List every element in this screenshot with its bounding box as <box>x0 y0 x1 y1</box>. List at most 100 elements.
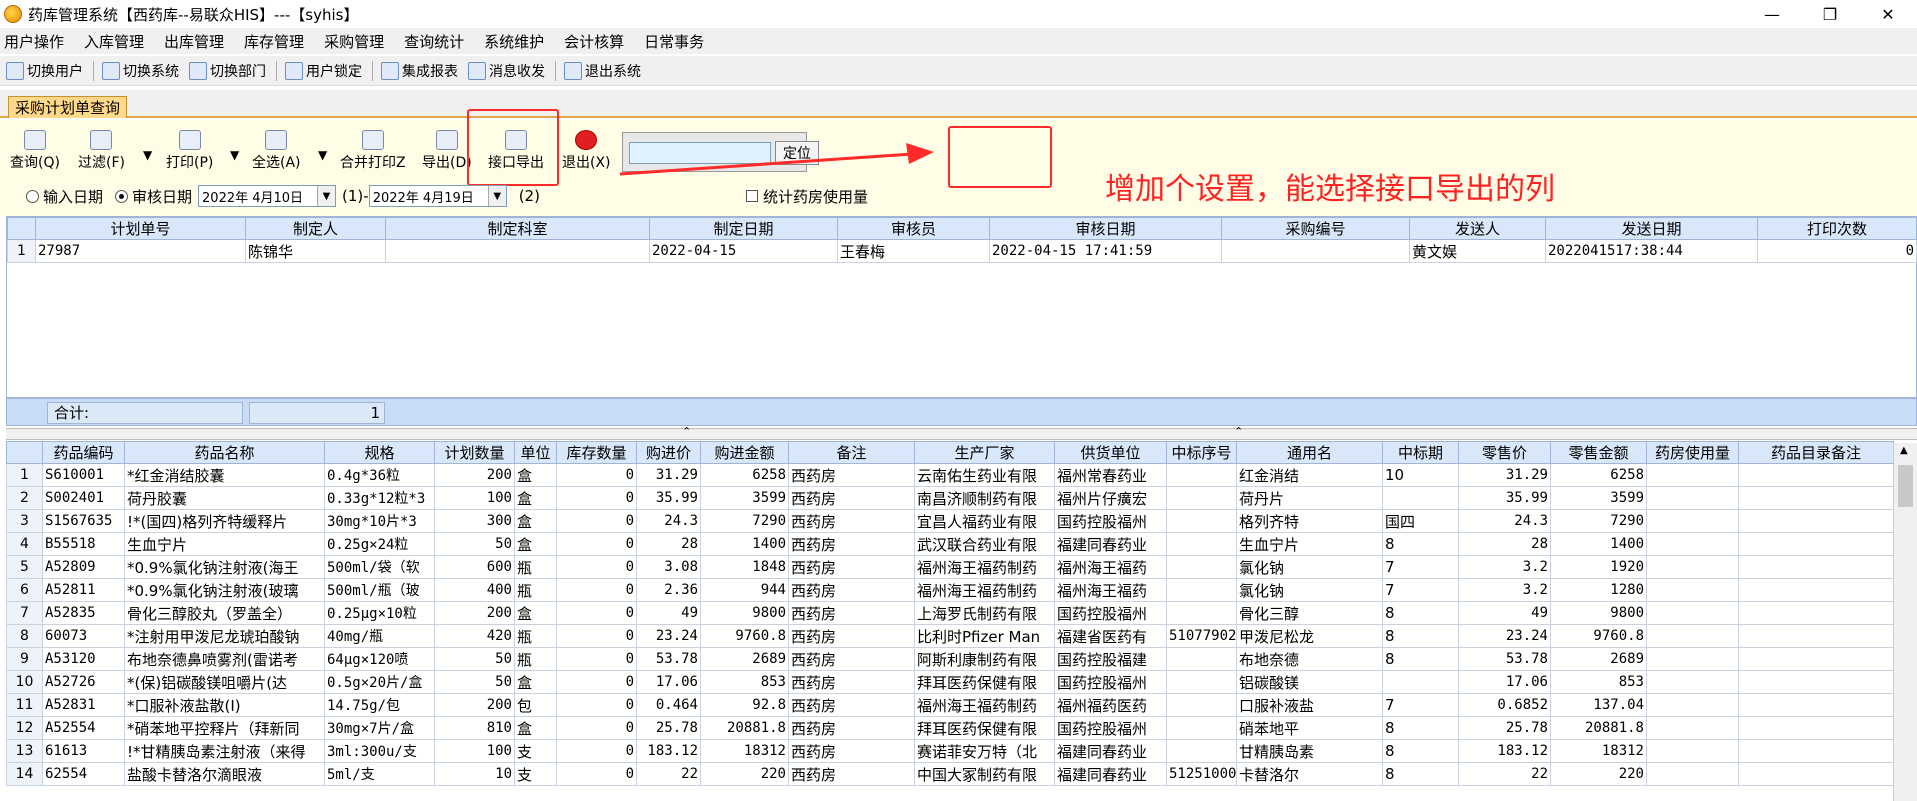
table-cell: A52809 <box>42 555 125 579</box>
column-header[interactable]: 供货单位 <box>1054 441 1167 464</box>
column-header[interactable]: 药品目录备注 <box>1738 441 1894 464</box>
column-header[interactable]: 打印次数 <box>1757 217 1917 240</box>
table-cell: 赛诺菲安万特（北 <box>914 739 1055 763</box>
column-header[interactable]: 制定日期 <box>649 217 838 240</box>
table-row[interactable]: 14 62554 盐酸卡替洛尔滴眼液 5ml/支 10 支 0 22 220 西药房 中国大冢制药有… <box>6 762 1894 786</box>
column-header[interactable]: 审核日期 <box>989 217 1222 240</box>
table-cell <box>1646 670 1739 694</box>
table-cell: 18312 <box>700 739 789 763</box>
table-cell: 8 <box>1382 762 1459 786</box>
table-cell: 3599 <box>700 486 789 510</box>
table-cell: 22 <box>636 762 701 786</box>
table-cell: B55518 <box>42 532 125 556</box>
table-cell: 国药控股福建 <box>1054 647 1167 671</box>
column-header[interactable]: 零售价 <box>1458 441 1551 464</box>
table-cell: 0 <box>556 486 637 510</box>
table-cell: 24.3 <box>1458 509 1551 533</box>
summary-bar: 合计: 1 <box>6 398 1917 426</box>
table-cell: 2.36 <box>636 578 701 602</box>
collapse-up-icon[interactable]: ⌃ <box>682 425 691 438</box>
column-header[interactable]: 计划单号 <box>35 217 246 240</box>
table-row[interactable]: 11 A52831 *口服补液盐散(Ⅰ) 14.75g/包 200 包 0 0.464 92.8… <box>6 693 1894 717</box>
column-header[interactable]: 库存数量 <box>556 441 637 464</box>
table-cell <box>1646 555 1739 579</box>
table-cell: 6258 <box>1550 463 1647 487</box>
scroll-thumb[interactable] <box>1898 465 1913 507</box>
table-cell: 8 <box>1382 532 1459 556</box>
table-cell: 51251000 <box>1166 762 1237 786</box>
table-row[interactable]: 1 27987 陈锦华 2022-04-15 王春梅 2022-04-15 17… <box>7 239 1917 263</box>
table-cell: 27987 <box>35 239 246 263</box>
table-cell: 陈锦华 <box>245 239 386 263</box>
table-cell: 瓶 <box>514 647 557 671</box>
table-cell: 福建同春药业 <box>1054 739 1167 763</box>
chevron-down-icon: ▼ <box>487 186 506 206</box>
plan-grid-pane: 计划单号 制定人 制定科室 制定日期 审核员 审核日期 采购编号 发送人 发送日… <box>6 216 1917 398</box>
column-header[interactable]: 计划数量 <box>434 441 515 464</box>
end-date-picker[interactable]: 2022年 4月19日 ▼ <box>368 185 507 207</box>
column-header[interactable]: 备注 <box>788 441 915 464</box>
column-header[interactable]: 通用名 <box>1236 441 1383 464</box>
table-cell: 220 <box>1550 762 1647 786</box>
table-cell: 25.78 <box>636 716 701 740</box>
collapse-up-icon[interactable]: ⌃ <box>1234 425 1243 438</box>
table-cell <box>1382 486 1459 510</box>
column-header[interactable]: 零售金额 <box>1550 441 1647 464</box>
column-header[interactable]: 药品名称 <box>124 441 325 464</box>
detail-vertical-scrollbar[interactable]: ▲ <box>1893 443 1917 801</box>
column-header[interactable]: 药房使用量 <box>1646 441 1739 464</box>
scroll-up-icon[interactable]: ▲ <box>1900 445 1908 456</box>
table-cell: 瓶 <box>514 624 557 648</box>
column-header[interactable]: 单位 <box>514 441 557 464</box>
table-cell: 60073 <box>42 624 125 648</box>
column-header[interactable]: 生产厂家 <box>914 441 1055 464</box>
table-cell <box>1738 486 1894 510</box>
table-row[interactable]: 4 B55518 生血宁片 0.25g×24粒 50 盒 0 28 1400 西药房 武汉联合药业有… <box>6 532 1894 556</box>
table-row[interactable]: 9 A53120 布地奈德鼻喷雾剂(雷诺考 64μg×120喷 50 瓶 0 53.78 268… <box>6 647 1894 671</box>
row-number: 12 <box>6 716 43 740</box>
column-header[interactable]: 发送人 <box>1409 217 1546 240</box>
table-cell: 53.78 <box>636 647 701 671</box>
table-row[interactable]: 12 A52554 *硝苯地平控释片（拜新同 30mg×7片/盒 810 盒 0 25.78 2… <box>6 716 1894 740</box>
input-date-label: 输入日期 <box>43 187 104 206</box>
table-cell: 福建同春药业 <box>1054 532 1167 556</box>
table-cell: 0 <box>556 739 637 763</box>
column-header[interactable]: 制定人 <box>245 217 386 240</box>
column-header[interactable]: 审核员 <box>837 217 990 240</box>
column-header[interactable]: 中标期 <box>1382 441 1459 464</box>
table-row[interactable]: 5 A52809 *0.9%氯化钠注射液(海王 500ml/袋（软 600 瓶 0 3.08 1… <box>6 555 1894 579</box>
input-date-radio[interactable] <box>26 189 39 203</box>
column-header[interactable]: 中标序号 <box>1166 441 1237 464</box>
table-row[interactable]: 7 A52835 骨化三醇胶丸（罗盖全） 0.25μg×10粒 200 盒 0 49 9800 西… <box>6 601 1894 625</box>
start-date-picker[interactable]: 2022年 4月10日 ▼ <box>198 185 337 207</box>
pane-splitter[interactable]: ⌃ ⌃ <box>6 425 1917 440</box>
audit-date-label: 审核日期 <box>132 187 193 206</box>
table-cell: 100 <box>434 486 515 510</box>
table-cell: 17.06 <box>1458 670 1551 694</box>
table-cell: 30mg×7片/盒 <box>324 716 435 740</box>
column-header[interactable]: 采购编号 <box>1221 217 1410 240</box>
column-header[interactable]: 购进价 <box>636 441 701 464</box>
table-cell: 25.78 <box>1458 716 1551 740</box>
table-row[interactable]: 6 A52811 *0.9%氯化钠注射液(玻璃 500ml/瓶（玻 400 瓶 0 2.36 9… <box>6 578 1894 602</box>
table-cell: 35.99 <box>636 486 701 510</box>
column-header[interactable]: 规格 <box>324 441 435 464</box>
table-cell: 盒 <box>514 509 557 533</box>
table-row[interactable]: 3 S1567635 !*(国四)格列齐特缓释片 30mg*10片*3 300 盒 0 24.… <box>6 509 1894 533</box>
table-row[interactable]: 13 61613 !*甘精胰岛素注射液（来得 3ml:300u/支 100 支 0 183.1… <box>6 739 1894 763</box>
column-header[interactable]: 发送日期 <box>1545 217 1758 240</box>
column-header[interactable]: 购进金额 <box>700 441 789 464</box>
audit-date-radio[interactable] <box>115 189 129 203</box>
table-row[interactable]: 2 S002401 荷丹胶囊 0.33g*12粒*3 100 盒 0 35.99 3599 西药房… <box>6 486 1894 510</box>
pharmacy-usage-checkbox[interactable] <box>745 190 758 202</box>
table-cell: 20881.8 <box>700 716 789 740</box>
table-row[interactable]: 10 A52726 *(保)铝碳酸镁咀嚼片(达 0.5g×20片/盒 50 盒 0 17.06… <box>6 670 1894 694</box>
row-number: 13 <box>6 739 43 763</box>
table-row[interactable]: 1 S610001 *红金消结胶囊 0.4g*36粒 200 盒 0 31.29 6258 西药房… <box>6 463 1894 487</box>
date-marker-1: (1) <box>342 187 364 205</box>
table-row[interactable]: 8 60073 *注射用甲泼尼龙琥珀酸钠 40mg/瓶 420 瓶 0 23.24 9760.8… <box>6 624 1894 648</box>
plan-table: 计划单号 制定人 制定科室 制定日期 审核员 审核日期 采购编号 发送人 发送日… <box>7 217 1917 263</box>
column-header[interactable]: 药品编码 <box>42 441 125 464</box>
table-cell: 福州海王福药制药 <box>914 555 1055 579</box>
column-header[interactable]: 制定科室 <box>385 217 650 240</box>
